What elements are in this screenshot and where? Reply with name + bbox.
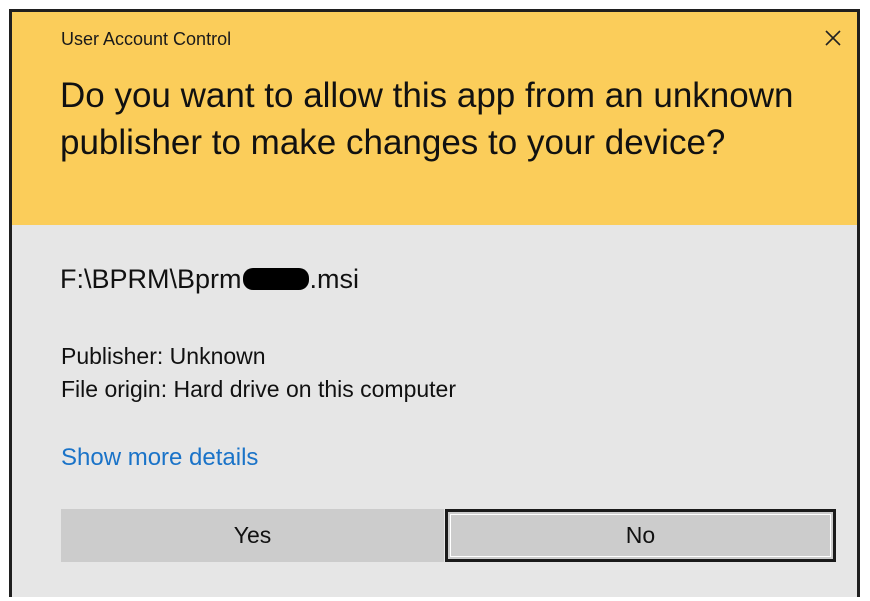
focus-ring (450, 514, 831, 557)
dialog-title: User Account Control (61, 29, 232, 49)
publisher-text: Publisher: Unknown (61, 343, 266, 369)
dialog-question: Do you want to allow this app from an un… (60, 76, 794, 162)
file-origin-text: File origin: Hard drive on this computer (61, 376, 456, 402)
dialog-header: User Account Control Do you want to allo… (12, 12, 857, 225)
close-icon (825, 30, 841, 46)
file-name-prefix: F:\BPRM\Bprm (60, 264, 242, 294)
file-name: F:\BPRM\Bprm .msi (60, 264, 359, 295)
no-button[interactable]: No (445, 509, 836, 562)
yes-button-label: Yes (233, 522, 272, 548)
close-button[interactable] (813, 20, 853, 56)
redaction-block (242, 268, 309, 290)
file-name-suffix: .msi (309, 264, 360, 294)
show-more-details-link[interactable]: Show more details (61, 444, 258, 472)
uac-dialog: User Account Control Do you want to allo… (9, 9, 860, 597)
yes-button[interactable]: Yes (61, 509, 444, 562)
